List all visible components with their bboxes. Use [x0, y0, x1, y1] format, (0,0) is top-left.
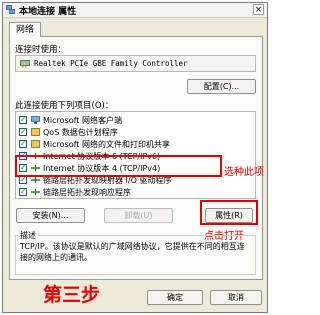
checkbox[interactable]: ✓ — [19, 128, 27, 136]
protocol-icon — [31, 177, 40, 183]
network-adapter-icon — [20, 60, 30, 68]
client-icon — [31, 116, 40, 124]
uninstall-button[interactable]: 卸载(U) — [104, 208, 173, 223]
properties-highlight-annotation — [200, 200, 258, 225]
step-annotation: 第三步 — [43, 284, 101, 306]
checkbox[interactable]: ✓ — [19, 140, 27, 148]
list-item-label: Microsoft 网络的文件和打印机共享 — [43, 140, 170, 149]
list-item-label: 链路层拓扑发现响应程序 — [43, 188, 131, 197]
checkbox[interactable]: ✓ — [19, 176, 27, 184]
close-button[interactable]: × — [253, 4, 264, 15]
protocol-icon — [31, 189, 40, 195]
connect-using-label: 连接时使用： — [15, 45, 67, 55]
description-text: TCP/IP。该协议是默认的广域网络协议，它提供在不同的相互连接的网络上的通讯。 — [20, 242, 245, 262]
network-connection-icon — [6, 5, 15, 14]
service-icon — [31, 140, 40, 148]
service-icon — [31, 128, 40, 136]
tab-network[interactable]: 网络 — [9, 22, 41, 37]
components-label: 此连接使用下列项目(O)： — [15, 101, 114, 111]
adapter-name: Realtek PCIe GBE Family Controller — [34, 59, 188, 68]
list-item-label: QoS 数据包计划程序 — [43, 128, 118, 137]
checkbox[interactable]: ✓ — [19, 188, 27, 196]
properties-window: 本地连接 属性 × 网络 连接时使用： Realtek PCIe GBE Fam… — [2, 2, 268, 313]
list-item[interactable]: ✓ 链路层拓扑发现响应程序 — [19, 186, 251, 198]
adapter-field: Realtek PCIe GBE Family Controller — [15, 55, 256, 72]
select-item-annotation: 选种此项 — [224, 167, 264, 178]
install-button[interactable]: 安装(N)... — [16, 208, 85, 223]
selection-highlight-annotation — [15, 155, 222, 177]
cancel-button[interactable]: 取消 — [210, 290, 262, 305]
ok-button[interactable]: 确定 — [147, 290, 203, 305]
window-title: 本地连接 属性 — [19, 7, 77, 17]
list-item-label: Microsoft 网络客户端 — [43, 116, 122, 125]
description-group: 描述 TCP/IP。该协议是默认的广域网络协议，它提供在不同的相互连接的网络上的… — [15, 230, 256, 275]
description-title: 描述 — [18, 230, 38, 241]
configure-button[interactable]: 配置(C)... — [187, 79, 256, 94]
title-bar: 本地连接 属性 × — [3, 3, 267, 18]
checkbox[interactable]: ✓ — [19, 116, 27, 124]
